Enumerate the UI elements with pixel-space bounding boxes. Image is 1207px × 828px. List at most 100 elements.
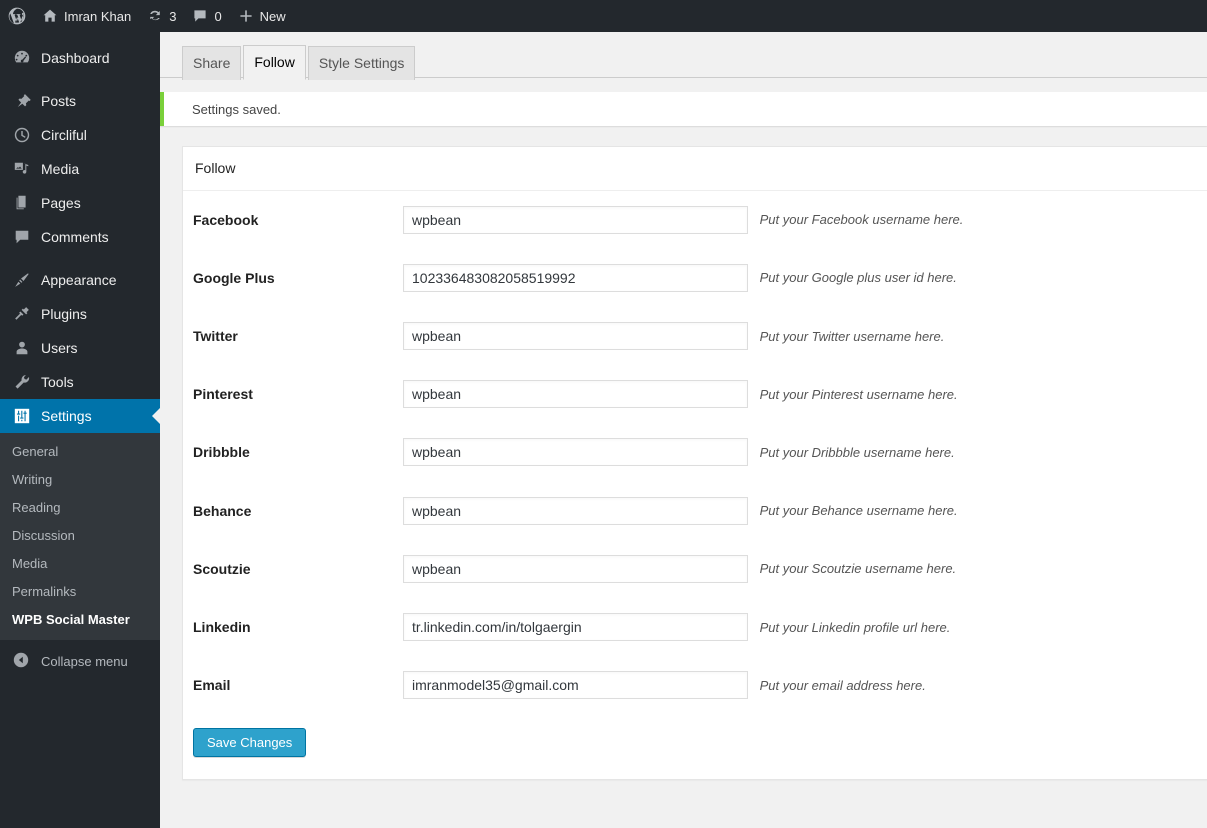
table-row: Google Plus Put your Google plus user id…	[183, 249, 1207, 307]
sidebar-label: Circliful	[41, 127, 87, 143]
field-label-google-plus: Google Plus	[193, 269, 275, 286]
settings-tab-bar: Share Follow Style Settings	[160, 42, 1207, 80]
sidebar-item-dashboard[interactable]: Dashboard	[0, 41, 160, 75]
google-plus-description: Put your Google plus user id here.	[759, 270, 957, 286]
table-row: Email Put your email address here.	[183, 656, 1207, 714]
submenu-item-writing[interactable]: Writing	[0, 466, 160, 494]
field-cell-scoutzie: Put your Scoutzie username here.	[393, 540, 1207, 598]
submenu-item-wpb-social-master[interactable]: WPB Social Master	[0, 606, 160, 634]
dribbble-description: Put your Dribbble username here.	[759, 444, 955, 460]
sidebar-label: Appearance	[41, 272, 117, 288]
scoutzie-input[interactable]	[403, 554, 748, 583]
table-row: Linkedin Put your Linkedin profile url h…	[183, 598, 1207, 656]
field-cell-twitter: Put your Twitter username here.	[393, 307, 1207, 365]
admin-bar-comments[interactable]: 0	[184, 0, 229, 32]
tab-style-settings[interactable]: Style Settings	[307, 46, 416, 80]
tab-share[interactable]: Share	[182, 46, 242, 80]
email-input[interactable]	[403, 671, 748, 700]
sidebar-item-posts[interactable]: Posts	[0, 84, 160, 118]
field-cell-google-plus: Put your Google plus user id here.	[393, 249, 1207, 307]
facebook-description: Put your Facebook username here.	[759, 212, 964, 228]
sidebar-label: Media	[41, 161, 80, 177]
collapse-menu-button[interactable]: Collapse menu	[0, 644, 160, 678]
sidebar-item-settings[interactable]: Settings	[0, 399, 160, 433]
dribbble-input[interactable]	[403, 438, 748, 467]
sidebar-item-media[interactable]: Media	[0, 152, 160, 186]
email-description: Put your email address here.	[759, 677, 926, 693]
scoutzie-description: Put your Scoutzie username here.	[759, 561, 957, 577]
admin-sidebar: Dashboard Posts Circliful Media Pages Co…	[0, 32, 160, 828]
submenu-item-media[interactable]: Media	[0, 550, 160, 578]
table-row: Dribbble Put your Dribbble username here…	[183, 423, 1207, 481]
new-label: New	[259, 8, 286, 24]
sidebar-item-appearance[interactable]: Appearance	[0, 263, 160, 297]
clock-icon	[12, 125, 32, 145]
field-cell-linkedin: Put your Linkedin profile url here.	[393, 598, 1207, 656]
sidebar-separator-2	[0, 254, 160, 263]
wrench-icon	[12, 372, 32, 392]
submenu-item-discussion[interactable]: Discussion	[0, 522, 160, 550]
sidebar-separator-1	[0, 75, 160, 84]
field-label-behance: Behance	[193, 502, 252, 519]
sidebar-item-pages[interactable]: Pages	[0, 186, 160, 220]
comment-bubble-icon	[194, 10, 207, 22]
twitter-input[interactable]	[403, 322, 748, 351]
sidebar-label: Comments	[41, 229, 109, 245]
submenu-item-reading[interactable]: Reading	[0, 494, 160, 522]
sidebar-label: Dashboard	[41, 50, 110, 66]
submenu-item-permalinks[interactable]: Permalinks	[0, 578, 160, 606]
updates-icon	[150, 10, 161, 21]
wordpress-logo-icon[interactable]	[0, 0, 34, 32]
updates-count: 3	[169, 8, 177, 24]
pinterest-input[interactable]	[403, 380, 748, 409]
collapse-menu-label: Collapse menu	[41, 653, 128, 669]
google-plus-input[interactable]	[403, 263, 748, 292]
pages-icon	[12, 193, 32, 213]
field-cell-pinterest: Put your Pinterest username here.	[393, 365, 1207, 423]
plus-icon	[240, 10, 252, 22]
field-label-scoutzie: Scoutzie	[193, 560, 251, 577]
paintbrush-icon	[12, 270, 32, 290]
sidebar-label: Settings	[41, 408, 92, 424]
field-label-linkedin: Linkedin	[193, 618, 251, 635]
sidebar-item-plugins[interactable]: Plugins	[0, 297, 160, 331]
admin-bar-new-content[interactable]: New	[230, 0, 294, 32]
sidebar-label: Tools	[41, 374, 74, 390]
user-icon	[12, 338, 32, 358]
panel-title: Follow	[183, 147, 1207, 191]
follow-fields-table: Facebook Put your Facebook username here…	[183, 191, 1207, 715]
media-icon	[12, 159, 32, 179]
sidebar-item-circliful[interactable]: Circliful	[0, 118, 160, 152]
behance-description: Put your Behance username here.	[759, 503, 958, 519]
comment-bubble-icon	[12, 227, 32, 247]
linkedin-description: Put your Linkedin profile url here.	[759, 619, 951, 635]
admin-bar-updates[interactable]: 3	[139, 0, 184, 32]
save-changes-button[interactable]: Save Changes	[193, 728, 307, 758]
pinterest-description: Put your Pinterest username here.	[759, 386, 958, 402]
sidebar-item-comments[interactable]: Comments	[0, 220, 160, 254]
facebook-input[interactable]	[403, 205, 748, 234]
sidebar-label: Plugins	[41, 306, 87, 322]
linkedin-input[interactable]	[403, 613, 748, 641]
admin-bar-site-name[interactable]: Imran Khan	[34, 0, 139, 32]
settings-sliders-icon	[12, 406, 32, 426]
admin-bar: Imran Khan 3 0 New	[0, 0, 1207, 32]
sidebar-item-users[interactable]: Users	[0, 331, 160, 365]
table-row: Behance Put your Behance username here.	[183, 482, 1207, 540]
site-name-label: Imran Khan	[64, 8, 132, 24]
collapse-arrow-icon	[12, 651, 32, 671]
content-area: Share Follow Style Settings Settings sav…	[160, 32, 1207, 828]
behance-input[interactable]	[403, 496, 748, 525]
sidebar-item-tools[interactable]: Tools	[0, 365, 160, 399]
field-label-twitter: Twitter	[193, 327, 238, 344]
field-cell-behance: Put your Behance username here.	[393, 482, 1207, 540]
follow-settings-panel: Follow Facebook Put your Facebook userna…	[182, 146, 1207, 781]
sidebar-label: Users	[41, 340, 78, 356]
table-row: Scoutzie Put your Scoutzie username here…	[183, 540, 1207, 598]
settings-saved-notice: Settings saved.	[160, 92, 1207, 126]
field-label-pinterest: Pinterest	[193, 386, 253, 403]
tab-follow[interactable]: Follow	[243, 45, 306, 80]
settings-submenu: General Writing Reading Discussion Media…	[0, 433, 160, 640]
table-row: Pinterest Put your Pinterest username he…	[183, 365, 1207, 423]
submenu-item-general[interactable]: General	[0, 438, 160, 466]
